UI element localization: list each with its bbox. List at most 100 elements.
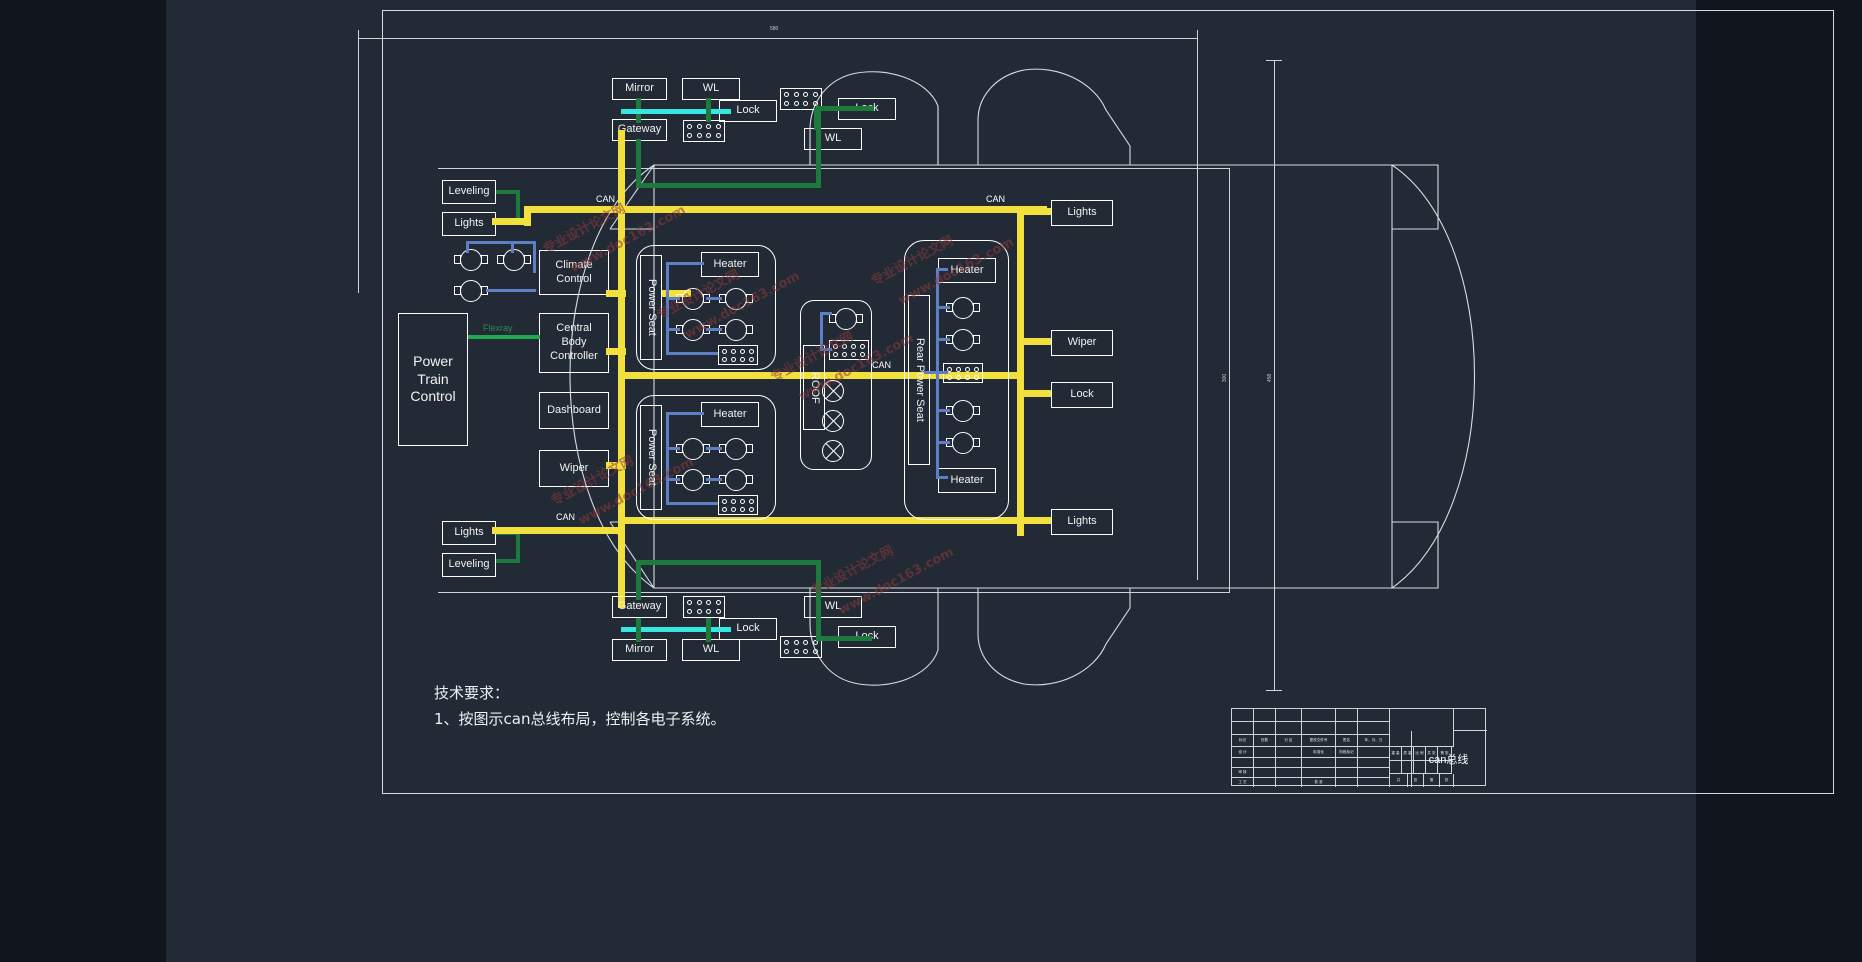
can-branch-climate bbox=[606, 290, 626, 297]
wire-green-bottom-riser bbox=[636, 560, 641, 600]
wire-lin-rl-seat-m12 bbox=[706, 447, 722, 450]
motor-rear-left-seat-4 bbox=[719, 469, 753, 491]
module-rear-seat-heater-bottom[interactable]: Heater bbox=[938, 468, 996, 493]
cbc-line-2: Body bbox=[561, 336, 587, 349]
tb-cell bbox=[1232, 722, 1254, 735]
module-climate-control[interactable]: Climate Control bbox=[539, 250, 609, 295]
tb-cell bbox=[1232, 709, 1254, 722]
can-branch-cbc bbox=[606, 348, 626, 355]
tb-row-approve: 批 准 bbox=[1302, 778, 1336, 787]
module-rear-left-power-seat-label[interactable]: Power Seat bbox=[640, 405, 662, 510]
tb-row-design: 设 计 bbox=[1232, 747, 1254, 758]
can-rear-left-stub bbox=[492, 527, 622, 534]
wire-lin-climate-m2 bbox=[511, 241, 514, 253]
wire-lin-front-seat-r2 bbox=[666, 328, 680, 331]
wire-green-gateway-down bbox=[636, 139, 641, 187]
module-front-left-wl[interactable]: WL bbox=[682, 78, 740, 100]
connector-rear-left-power-seat bbox=[718, 495, 758, 515]
notes-heading: 技术要求： bbox=[434, 684, 510, 702]
motor-climate-2 bbox=[497, 249, 531, 271]
module-rear-lights[interactable]: Lights bbox=[442, 521, 496, 545]
module-right-lock[interactable]: Lock bbox=[1051, 382, 1113, 408]
tb-cell bbox=[1276, 709, 1302, 722]
tb-cell bbox=[1336, 758, 1358, 768]
tb-cell bbox=[1358, 709, 1390, 722]
tb-row-standardize: 标准化 bbox=[1302, 747, 1336, 758]
module-central-body-controller[interactable]: Central Body Controller bbox=[539, 313, 609, 373]
motor-tab-right bbox=[973, 406, 980, 415]
motor-rear-left-seat-2 bbox=[719, 438, 753, 460]
module-dashboard[interactable]: Dashboard bbox=[539, 392, 609, 429]
motor-front-seat-2 bbox=[719, 288, 753, 310]
module-rear-left-seat-heater[interactable]: Heater bbox=[701, 402, 759, 427]
wire-lin-rear-seat-hb bbox=[936, 476, 948, 479]
module-rear-leveling[interactable]: Leveling bbox=[442, 553, 496, 577]
notes-line-1: 1、按图示can总线布局，控制各电子系统。 bbox=[434, 710, 726, 729]
module-front-lights[interactable]: Lights bbox=[442, 212, 496, 236]
tb-cell bbox=[1276, 778, 1302, 787]
module-front-left-mirror[interactable]: Mirror bbox=[612, 78, 667, 100]
tb-header-sign: 签名 bbox=[1336, 735, 1358, 747]
label-can-front-left: CAN bbox=[596, 194, 616, 204]
motor-rear-seat-1 bbox=[946, 297, 980, 319]
can-front-horizontal bbox=[524, 206, 1024, 213]
module-wiper-left[interactable]: Wiper bbox=[539, 450, 609, 487]
wire-lin-rear-seat-ht bbox=[936, 268, 948, 271]
connector-rear-left-door bbox=[683, 596, 725, 618]
motor-circle bbox=[682, 288, 704, 310]
drawing-sheet: 580 300 458 Mirror WL Lock Gateway WL Le… bbox=[166, 0, 1834, 962]
module-front-power-seat-label[interactable]: Power Seat bbox=[640, 255, 662, 360]
module-rear-right-wl[interactable]: WL bbox=[804, 596, 862, 618]
tb-header-zone: 分 区 bbox=[1276, 735, 1302, 747]
wire-lin-climate-top bbox=[466, 241, 536, 244]
motor-circle bbox=[725, 319, 747, 341]
module-right-lights-rear[interactable]: Lights bbox=[1051, 509, 1113, 535]
wire-lin-front-seat-spine bbox=[666, 262, 669, 354]
tb-cell bbox=[1302, 709, 1336, 722]
module-front-leveling[interactable]: Leveling bbox=[442, 180, 496, 204]
roof-lamp-1 bbox=[822, 380, 844, 402]
wire-green-top-run bbox=[636, 183, 821, 188]
wire-most-door-bus bbox=[621, 109, 731, 114]
can-branch-wiper-right bbox=[1017, 338, 1051, 345]
tb-cell bbox=[1336, 709, 1358, 722]
wire-lin-front-seat-m34 bbox=[706, 328, 722, 331]
tb-header-count: 处数 bbox=[1254, 735, 1276, 747]
ptc-line-2: Train bbox=[417, 370, 449, 387]
cbc-line-1: Central bbox=[556, 322, 592, 335]
module-right-wiper[interactable]: Wiper bbox=[1051, 330, 1113, 356]
module-rear-left-wl[interactable]: WL bbox=[682, 639, 740, 661]
motor-tab-right bbox=[973, 335, 980, 344]
module-front-right-wl[interactable]: WL bbox=[804, 128, 862, 150]
connector-roof bbox=[829, 340, 869, 360]
drawing-title: can总线 bbox=[1411, 731, 1485, 787]
module-rear-power-seat-label[interactable]: Rear Power Seat bbox=[908, 295, 930, 465]
motor-tab-right bbox=[856, 314, 863, 323]
wire-lin-rl-seat-heater bbox=[666, 412, 704, 415]
motor-circle bbox=[952, 329, 974, 351]
tb-cell bbox=[1276, 768, 1302, 778]
technical-requirements: 技术要求： 1、按图示can总线布局，控制各电子系统。 bbox=[434, 680, 726, 733]
wire-lin-rl-seat-m34 bbox=[706, 478, 722, 481]
motor-circle bbox=[460, 280, 482, 302]
tb-cell bbox=[1358, 778, 1390, 787]
module-right-lights-front[interactable]: Lights bbox=[1051, 200, 1113, 226]
motor-front-seat-1 bbox=[676, 288, 710, 310]
dim-line-top-drop-l bbox=[358, 38, 359, 293]
tb-cell bbox=[1358, 722, 1390, 735]
tb-cell bbox=[1358, 768, 1390, 778]
ptc-line-1: Power bbox=[413, 353, 453, 370]
motor-tab-right bbox=[746, 475, 753, 484]
tb-cell bbox=[1232, 758, 1254, 768]
tb-cell bbox=[1302, 768, 1336, 778]
tb-header-docno: 更改文件号 bbox=[1302, 735, 1336, 747]
module-rear-left-mirror[interactable]: Mirror bbox=[612, 639, 667, 661]
tb-cell bbox=[1254, 747, 1276, 758]
tb-cell bbox=[1336, 722, 1358, 735]
module-power-train-control[interactable]: Power Train Control bbox=[398, 313, 468, 446]
module-front-seat-heater[interactable]: Heater bbox=[701, 252, 759, 277]
motor-circle bbox=[460, 249, 482, 271]
motor-climate-1 bbox=[454, 249, 488, 271]
motor-rear-seat-3 bbox=[946, 400, 980, 422]
can-branch-wiper bbox=[606, 462, 626, 469]
